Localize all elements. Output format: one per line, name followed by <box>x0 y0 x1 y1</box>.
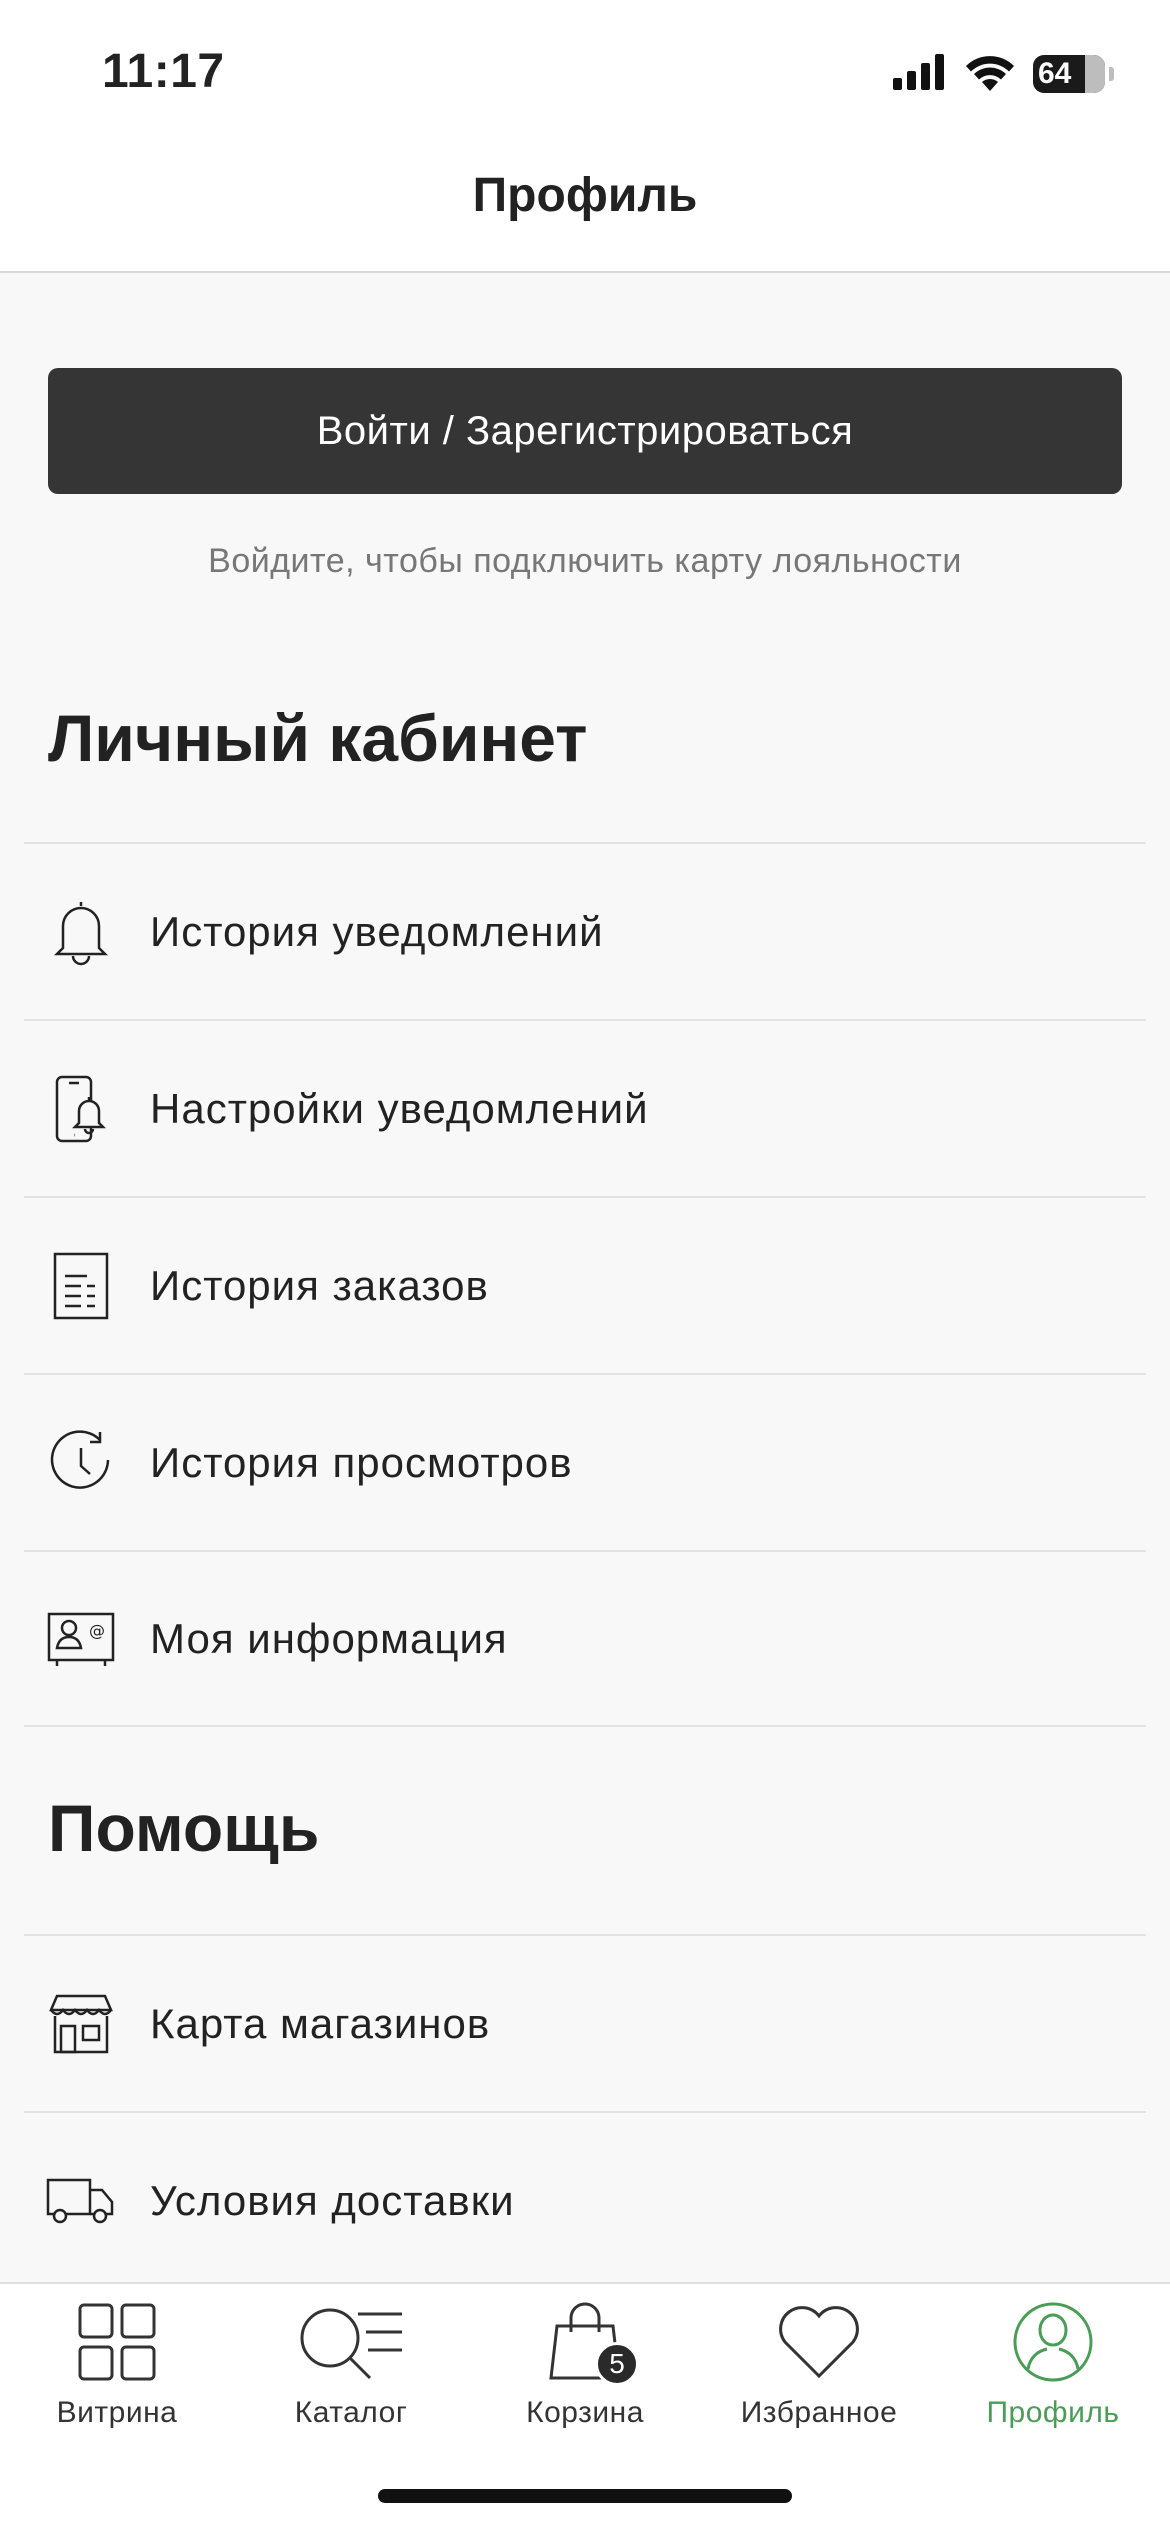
bell-icon <box>46 897 116 967</box>
tab-label: Корзина <box>526 2396 644 2429</box>
status-time: 11:17 <box>102 45 225 98</box>
menu-item-my-info[interactable]: @ Моя информация <box>24 1550 1146 1727</box>
battery-icon: 64 <box>1033 55 1105 93</box>
profile-icon <box>1012 2298 1094 2386</box>
menu-item-label: История просмотров <box>150 1438 573 1486</box>
wifi-icon <box>965 53 1015 96</box>
tab-showcase[interactable]: Витрина <box>0 2284 234 2444</box>
grid-icon <box>77 2298 157 2386</box>
tab-label: Каталог <box>294 2396 408 2429</box>
menu-item-order-history[interactable]: История заказов <box>24 1196 1146 1373</box>
cart-count-badge: 5 <box>595 2342 639 2386</box>
tab-profile[interactable]: Профиль <box>936 2284 1170 2444</box>
contact-card-icon: @ <box>46 1604 116 1674</box>
phone-bell-icon <box>46 1074 116 1144</box>
tab-cart[interactable]: 5 Корзина <box>468 2284 702 2444</box>
truck-icon <box>46 2166 116 2236</box>
page-title: Профиль <box>472 169 698 222</box>
home-indicator[interactable] <box>378 2489 792 2503</box>
menu-item-notification-history[interactable]: История уведомлений <box>24 842 1146 1019</box>
menu-item-label: Настройки уведомлений <box>150 1084 649 1132</box>
catalog-search-icon <box>296 2298 406 2386</box>
tab-label: Профиль <box>986 2396 1120 2429</box>
menu-item-label: Моя информация <box>150 1614 508 1662</box>
account-section-title: Личный кабинет <box>48 701 588 775</box>
clock-icon <box>46 1428 116 1498</box>
receipt-icon <box>46 1251 116 1321</box>
tab-favorites[interactable]: Избранное <box>702 2284 936 2444</box>
help-menu: Карта магазинов Условия доставки <box>24 1934 1146 2288</box>
heart-icon <box>777 2298 861 2386</box>
nav-header: Профиль <box>0 150 1170 273</box>
menu-item-label: История уведомлений <box>150 907 604 955</box>
svg-text:@: @ <box>89 1621 105 1640</box>
tab-label: Витрина <box>56 2396 178 2429</box>
menu-item-label: Карта магазинов <box>150 1999 491 2047</box>
loyalty-hint: Войдите, чтобы подключить карту лояльнос… <box>208 542 962 580</box>
status-bar: 11:17 64 <box>0 0 1170 150</box>
help-section-title: Помощь <box>48 1791 320 1865</box>
shopping-bag-icon: 5 <box>545 2298 639 2386</box>
menu-item-delivery-terms[interactable]: Условия доставки <box>24 2111 1146 2288</box>
menu-item-store-map[interactable]: Карта магазинов <box>24 1934 1146 2111</box>
menu-item-label: История заказов <box>150 1261 489 1309</box>
cellular-signal-icon <box>893 53 947 95</box>
login-register-button[interactable]: Войти / Зарегистрироваться <box>48 368 1122 494</box>
battery-level: 64 <box>1038 57 1072 90</box>
menu-item-label: Условия доставки <box>150 2176 515 2224</box>
status-icons: 64 <box>893 52 1114 96</box>
menu-item-notification-settings[interactable]: Настройки уведомлений <box>24 1019 1146 1196</box>
menu-item-view-history[interactable]: История просмотров <box>24 1373 1146 1550</box>
account-menu: История уведомлений Настройки уведомлени… <box>24 842 1146 1727</box>
tab-catalog[interactable]: Каталог <box>234 2284 468 2444</box>
tab-label: Избранное <box>740 2396 898 2429</box>
store-icon <box>46 1989 116 2059</box>
